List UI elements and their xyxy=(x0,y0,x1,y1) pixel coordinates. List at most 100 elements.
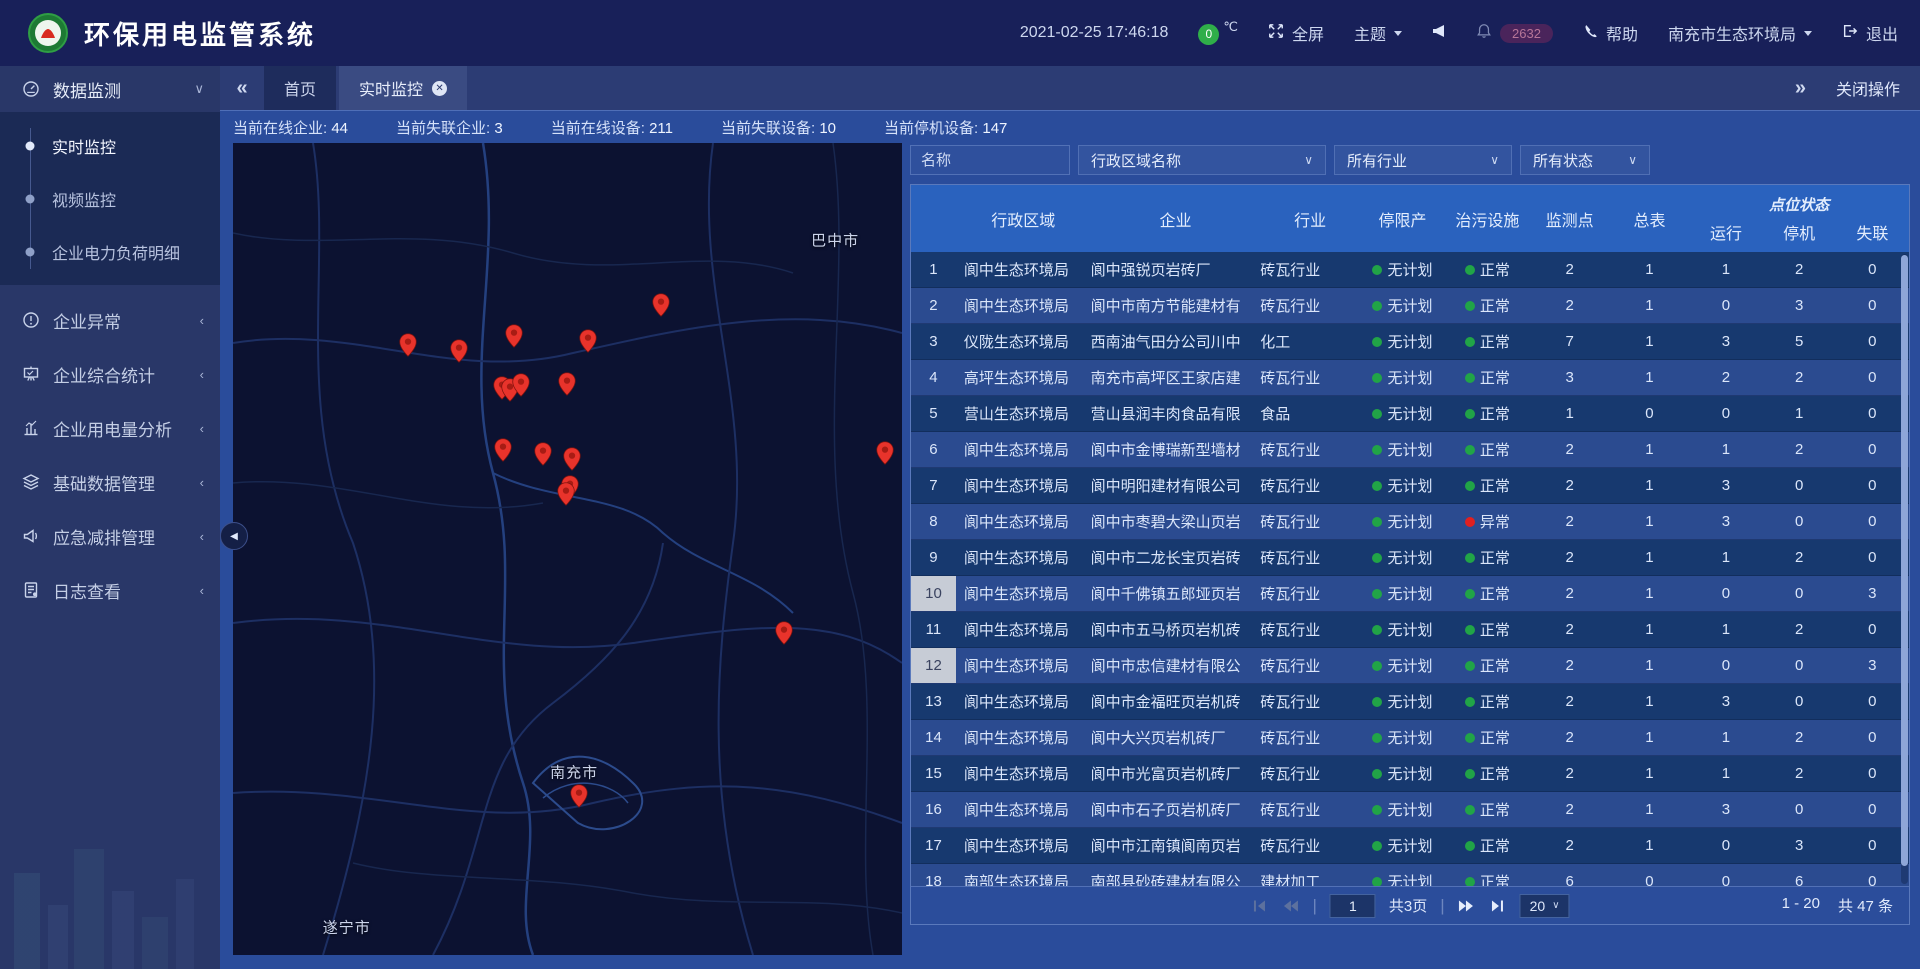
map-marker-pin[interactable] xyxy=(775,621,793,645)
map-panel[interactable]: 巴中市南充市遂宁市 ◀ xyxy=(233,143,902,955)
map-marker-pin[interactable] xyxy=(505,324,523,348)
table-row[interactable]: 15阆中生态环境局阆中市光富页岩机砖厂砖瓦行业无计划正常21120 xyxy=(911,756,1909,792)
cell-region: 南部生态环境局 xyxy=(956,871,1091,886)
cell-stopped-count: 2 xyxy=(1763,549,1836,566)
help-button[interactable]: 帮助 xyxy=(1583,21,1638,45)
table-row[interactable]: 18南部生态环境局南部县砂砖建材有限公建材加工无计划正常60060 xyxy=(911,864,1909,886)
map-marker-pin[interactable] xyxy=(512,373,530,397)
table-row[interactable]: 8阆中生态环境局阆中市枣碧大梁山页岩砖瓦行业无计划异常21300 xyxy=(911,504,1909,540)
sidebar-item-企业综合统计[interactable]: 企业综合统计‹ xyxy=(0,347,220,401)
facility-status-text: 正常 xyxy=(1480,763,1510,784)
last-page-button[interactable] xyxy=(1489,897,1507,915)
close-operations-menu[interactable]: 关闭操作 xyxy=(1836,76,1900,100)
logout-button[interactable]: 退出 xyxy=(1842,21,1898,45)
table-row[interactable]: 17阆中生态环境局阆中市江南镇阆南页岩砖瓦行业无计划正常21030 xyxy=(911,828,1909,864)
table-row[interactable]: 2阆中生态环境局阆中市南方节能建材有砖瓦行业无计划正常21030 xyxy=(911,288,1909,324)
sidebar-item-数据监测[interactable]: 数据监测∨ xyxy=(0,66,220,112)
cell-stopped-count: 0 xyxy=(1763,477,1836,494)
map-marker-pin[interactable] xyxy=(876,441,894,465)
sidebar-item-基础数据管理[interactable]: 基础数据管理‹ xyxy=(0,455,220,509)
cell-limit-status: 无计划 xyxy=(1360,511,1445,532)
theme-dropdown[interactable]: 主题 xyxy=(1354,21,1402,45)
tab-close-icon[interactable]: ✕ xyxy=(432,81,447,96)
cell-limit-status: 无计划 xyxy=(1360,259,1445,280)
cell-running-count: 1 xyxy=(1689,441,1762,458)
table-row[interactable]: 5营山生态环境局营山县润丰肉食品有限食品无计划正常10010 xyxy=(911,396,1909,432)
stat-value: 10 xyxy=(819,120,836,137)
sidebar-item-企业异常[interactable]: 企业异常‹ xyxy=(0,293,220,347)
map-marker-pin[interactable] xyxy=(563,447,581,471)
map-collapse-button[interactable]: ◀ xyxy=(220,522,248,550)
cell-region: 阆中生态环境局 xyxy=(956,763,1091,784)
table-row[interactable]: 1阆中生态环境局阆中强锐页岩砖厂砖瓦行业无计划正常21120 xyxy=(911,252,1909,288)
sidebar-item-企业用电量分析[interactable]: 企业用电量分析‹ xyxy=(0,401,220,455)
fullscreen-button[interactable]: 全屏 xyxy=(1268,21,1324,45)
table-row[interactable]: 10阆中生态环境局阆中千佛镇五郎垭页岩砖瓦行业无计划正常21003 xyxy=(911,576,1909,612)
mute-button[interactable] xyxy=(1432,24,1446,43)
cell-monitor-count: 2 xyxy=(1530,621,1610,638)
cell-lost-count: 0 xyxy=(1836,261,1909,278)
notifications[interactable]: 2632 xyxy=(1476,23,1553,44)
map-marker-pin[interactable] xyxy=(570,784,588,808)
table-row[interactable]: 6阆中生态环境局阆中市金博瑞新型墙材砖瓦行业无计划正常21120 xyxy=(911,432,1909,468)
tab-实时监控[interactable]: 实时监控✕ xyxy=(339,66,467,110)
chevron-down-icon xyxy=(1394,31,1402,36)
cell-monitor-count: 2 xyxy=(1530,261,1610,278)
org-dropdown[interactable]: 南充市生态环境局 xyxy=(1668,21,1812,45)
table-row[interactable]: 7阆中生态环境局阆中明阳建材有限公司砖瓦行业无计划正常21300 xyxy=(911,468,1909,504)
table-row[interactable]: 3仪陇生态环境局西南油气田分公司川中化工无计划正常71350 xyxy=(911,324,1909,360)
table-row[interactable]: 9阆中生态环境局阆中市二龙长宝页岩砖砖瓦行业无计划正常21120 xyxy=(911,540,1909,576)
sidebar-subitem-label: 实时监控 xyxy=(52,134,116,158)
sidebar-submenu: 实时监控视频监控企业电力负荷明细 xyxy=(0,112,220,285)
table-row[interactable]: 13阆中生态环境局阆中市金福旺页岩机砖砖瓦行业无计划正常21300 xyxy=(911,684,1909,720)
sidebar: 数据监测∨实时监控视频监控企业电力负荷明细企业异常‹企业综合统计‹企业用电量分析… xyxy=(0,66,220,969)
map-marker-pin[interactable] xyxy=(579,329,597,353)
map-marker-pin[interactable] xyxy=(652,293,670,317)
map-marker-pin[interactable] xyxy=(399,333,417,357)
next-page-button[interactable] xyxy=(1458,897,1476,915)
table-row[interactable]: 12阆中生态环境局阆中市忠信建材有限公砖瓦行业无计划正常21003 xyxy=(911,648,1909,684)
sidebar-subitem-企业电力负荷明细[interactable]: 企业电力负荷明细 xyxy=(0,225,220,278)
sidebar-item-应急减排管理[interactable]: 应急减排管理‹ xyxy=(0,509,220,563)
cell-lost-count: 0 xyxy=(1836,765,1909,782)
table-row[interactable]: 14阆中生态环境局阆中大兴页岩机砖厂砖瓦行业无计划正常21120 xyxy=(911,720,1909,756)
table-row[interactable]: 4高坪生态环境局南充市高坪区王家店建砖瓦行业无计划正常31220 xyxy=(911,360,1909,396)
prev-page-button[interactable] xyxy=(1281,897,1299,915)
stat-item: 当前失联设备: 10 xyxy=(721,117,836,138)
page-number-input[interactable] xyxy=(1330,894,1376,918)
table-row[interactable]: 11阆中生态环境局阆中市五马桥页岩机砖砖瓦行业无计划正常21120 xyxy=(911,612,1909,648)
tabs-scroll-left-button[interactable]: « xyxy=(220,66,264,110)
table-row[interactable]: 16阆中生态环境局阆中市石子页岩机砖厂砖瓦行业无计划正常21300 xyxy=(911,792,1909,828)
row-number: 3 xyxy=(911,324,956,359)
cell-facility-status: 异常 xyxy=(1445,511,1530,532)
tabs-scroll-right-button[interactable]: » xyxy=(1795,77,1806,100)
region-filter-select[interactable]: 行政区域名称 ∨ xyxy=(1078,145,1326,175)
scrollbar-thumb[interactable] xyxy=(1901,255,1908,866)
sidebar-subitem-视频监控[interactable]: 视频监控 xyxy=(0,172,220,225)
map-marker-pin[interactable] xyxy=(534,442,552,466)
row-number: 6 xyxy=(911,432,956,467)
cell-region: 阆中生态环境局 xyxy=(956,835,1091,856)
map-marker-pin[interactable] xyxy=(494,438,512,462)
map-marker-pin[interactable] xyxy=(450,339,468,363)
cell-facility-status: 正常 xyxy=(1445,259,1530,280)
sidebar-subitem-实时监控[interactable]: 实时监控 xyxy=(0,119,220,172)
status-filter-select[interactable]: 所有状态 ∨ xyxy=(1520,145,1650,175)
map-marker-pin[interactable] xyxy=(557,482,575,506)
cell-industry: 砖瓦行业 xyxy=(1260,727,1360,748)
topbar: 环保用电监管系统 2021-02-25 17:46:18 0 ℃ 全屏 主题 xyxy=(0,0,1920,66)
page-size-value: 20 xyxy=(1530,898,1546,914)
limit-status-text: 无计划 xyxy=(1387,655,1432,676)
map-marker-pin[interactable] xyxy=(558,372,576,396)
sidebar-item-日志查看[interactable]: 日志查看‹ xyxy=(0,563,220,617)
page-size-select[interactable]: 20 ∨ xyxy=(1520,894,1570,918)
map-markers-layer xyxy=(233,143,902,955)
name-filter-input[interactable] xyxy=(910,145,1070,175)
first-page-button[interactable] xyxy=(1250,897,1268,915)
pagination-divider: | xyxy=(1440,896,1444,916)
industry-filter-select[interactable]: 所有行业 ∨ xyxy=(1334,145,1512,175)
cell-industry: 砖瓦行业 xyxy=(1260,259,1360,280)
cell-lost-count: 0 xyxy=(1836,801,1909,818)
cell-monitor-count: 7 xyxy=(1530,333,1610,350)
tab-首页[interactable]: 首页 xyxy=(264,66,336,110)
